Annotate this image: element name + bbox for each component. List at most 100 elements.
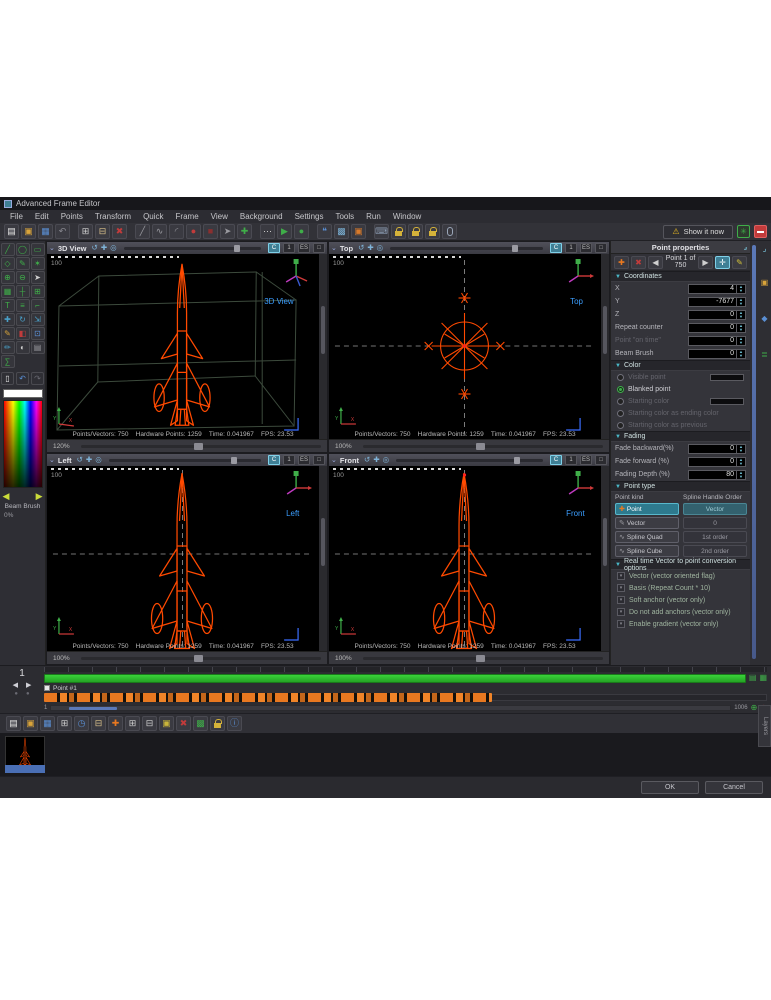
point-segments-track[interactable] [492,694,767,701]
tool-grid-icon[interactable]: ⊞ [31,285,45,298]
viewport-left-vscrollbar[interactable] [319,466,327,651]
order-zero-button[interactable]: 0 [683,517,747,529]
frames-info-icon[interactable]: ⓘ [227,716,242,731]
palette-left-arrow-icon[interactable]: ◀ [3,491,10,502]
fade-backward-input[interactable]: 0▲▼ [688,444,746,454]
run-icon[interactable]: ● [294,224,309,239]
tool-star-select-icon[interactable]: ✶ [31,257,45,270]
collapse-icon[interactable]: ⌄ [49,244,55,252]
undo-icon[interactable]: ↶ [55,224,70,239]
paste-icon[interactable]: ⊟ [95,224,110,239]
add-point-icon[interactable]: ✚ [237,224,252,239]
tool-add-point-icon[interactable]: ⊕ [1,271,15,284]
viewport-left-zoom-slider[interactable] [81,657,321,660]
viewport-top-vscrollbar[interactable] [601,254,609,439]
mini-page-icon[interactable]: ▯ [1,372,14,385]
draw-arc-icon[interactable]: ◜ [169,224,184,239]
menu-item-view[interactable]: View [205,212,234,221]
menu-item-tools[interactable]: Tools [329,212,360,221]
viewport-es-button[interactable]: ES [580,243,592,253]
zoom-in-icon[interactable]: ⊕ [751,704,758,712]
point-segments-bar[interactable] [44,693,492,702]
open-folder-icon[interactable]: ▣ [21,224,36,239]
next-frame-button[interactable]: ▶ [26,681,31,689]
viewport-c-button[interactable]: C [550,455,562,465]
tool-text-icon[interactable]: T [1,299,15,312]
rotate-view-icon[interactable]: ↺ [77,456,83,464]
conversion-option-checkbox-1[interactable]: ▾ [617,584,625,592]
tool-line-icon[interactable]: ╱ [1,243,15,256]
tool-image-icon[interactable]: ▦ [1,285,15,298]
conversion-option-checkbox-0[interactable]: ▾ [617,572,625,580]
rotate-view-icon[interactable]: ↺ [364,456,370,464]
frames-history-icon[interactable]: ◷ [74,716,89,731]
viewport-1-button[interactable]: 1 [283,243,295,253]
kind-spline-cube-button[interactable]: ∿Spline Cube [615,545,679,557]
tool-contrast-icon[interactable]: ◐ [16,341,30,354]
viewport-es-button[interactable]: ES [298,243,310,253]
tool-scale-icon[interactable]: ⇲ [31,313,45,326]
viewport-1-button[interactable]: 1 [283,455,295,465]
zoom-view-icon[interactable]: ◎ [110,244,117,252]
viewport-es-button[interactable]: ES [580,455,592,465]
frames-open-icon[interactable]: ▣ [23,716,38,731]
palette-right-arrow-icon[interactable]: ▶ [36,491,43,502]
draw-line-icon[interactable]: ╱ [135,224,150,239]
tool-rotate-icon[interactable]: ↻ [16,313,30,326]
tool-select-arrow-icon[interactable]: ➤ [31,271,45,284]
laser-enable-icon[interactable]: ✳ [737,225,750,238]
tool-corner-icon[interactable]: ⌐ [31,299,45,312]
frames-add-icon[interactable]: ✚ [108,716,123,731]
viewport-maximize-button[interactable]: □ [595,243,607,253]
visible-point-radio[interactable] [617,374,624,381]
timeline-scrollbar[interactable] [50,705,731,711]
frame-duration-bar[interactable] [44,674,746,683]
dock-icon[interactable]: ⌟ [744,243,747,251]
x-input[interactable]: 4▲▼ [688,284,746,294]
draw-curve-icon[interactable]: ∿ [152,224,167,239]
menu-item-edit[interactable]: Edit [29,212,55,221]
viewport-c-button[interactable]: C [550,243,562,253]
menu-item-file[interactable]: File [4,212,29,221]
track-settings-icon[interactable]: ▤ [749,674,757,682]
section-coordinates[interactable]: ▼Coordinates [611,271,750,282]
track-add-icon[interactable]: ▦ [759,674,767,682]
view-slider[interactable] [109,459,261,462]
frames-lock-icon[interactable] [210,716,225,731]
viewport-1-button[interactable]: 1 [565,243,577,253]
viewport-maximize-button[interactable]: □ [313,455,325,465]
comment-icon[interactable]: ❝ [317,224,332,239]
visible-color-swatch[interactable] [710,374,744,381]
stop-icon[interactable]: ■ [203,224,218,239]
frames-duplicate-icon[interactable]: ⊞ [125,716,140,731]
dock-folder-icon[interactable]: ▣ [759,277,770,288]
save-icon[interactable]: ▦ [38,224,53,239]
fade-forward-input[interactable]: 0▲▼ [688,457,746,467]
viewport-left-canvas[interactable]: Left Y X 100 Points/Ve [47,466,319,651]
rotate-view-icon[interactable]: ↺ [92,244,98,252]
color-palette[interactable] [3,400,43,488]
view-slider[interactable] [390,247,543,250]
current-color-swatch[interactable] [3,389,43,398]
menu-item-settings[interactable]: Settings [289,212,330,221]
viewport-c-button[interactable]: C [268,243,280,253]
delete-icon[interactable]: ✖ [112,224,127,239]
collapse-icon[interactable]: ⌄ [331,456,337,464]
rotate-view-icon[interactable]: ↺ [358,244,364,252]
more-options-icon[interactable]: ⋯ [260,224,275,239]
kind-spline-quad-button[interactable]: ∿Spline Quad [615,531,679,543]
viewport-c-button[interactable]: C [268,455,280,465]
collapse-icon[interactable]: ⌄ [331,244,337,252]
right-splitter[interactable] [752,245,756,659]
dock-tag-icon[interactable]: ◆ [759,313,770,324]
menu-item-quick[interactable]: Quick [137,212,169,221]
tool-sigma-icon[interactable]: ∑ [1,355,15,368]
tool-crosshair-icon[interactable]: ┼ [16,285,30,298]
play-icon[interactable]: ▶ [277,224,292,239]
zoom-view-icon[interactable]: ◎ [377,244,384,252]
viewport-top-canvas[interactable]: Top Y X 100 Points/Vec [329,254,601,439]
frames-save-icon[interactable]: ▦ [40,716,55,731]
kind-vector-button[interactable]: ✎Vector [615,517,679,529]
loop-dot-icon[interactable]: ● [14,691,18,697]
ok-button[interactable]: OK [641,781,699,794]
